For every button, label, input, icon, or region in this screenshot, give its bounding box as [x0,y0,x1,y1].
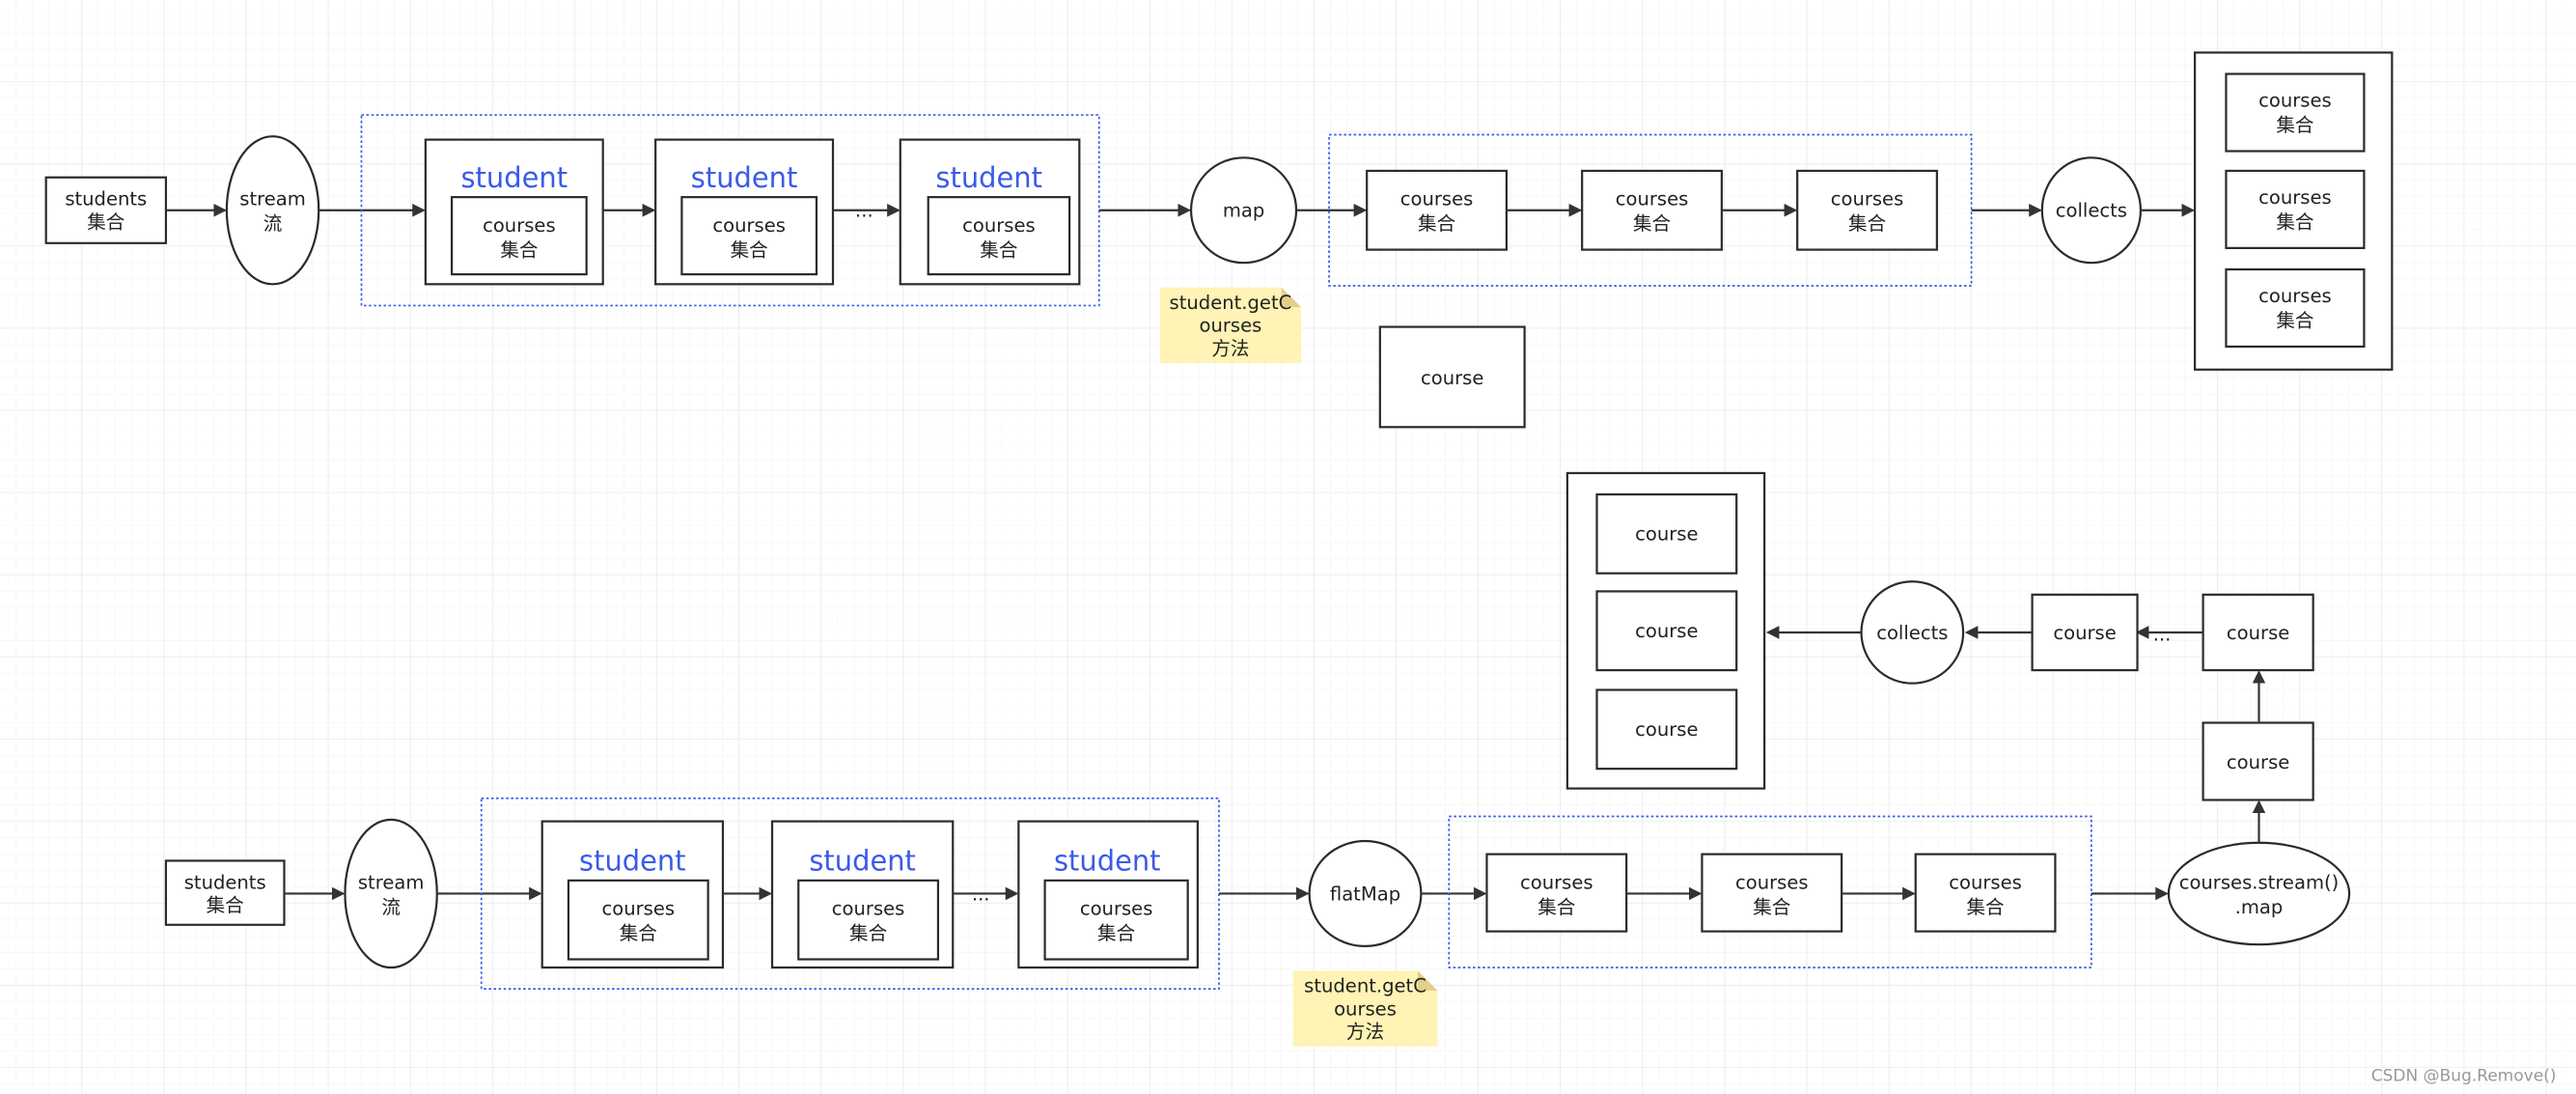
svg-text:courses: courses [1735,871,1809,893]
students-collection-node[interactable]: students集合 [44,176,168,244]
svg-text:流: 流 [263,212,283,235]
svg-text:集合: 集合 [87,210,125,233]
svg-text:student.getC: student.getC [1304,975,1426,997]
course-node[interactable]: course [2031,593,2139,672]
svg-text:方法: 方法 [1211,337,1249,359]
svg-text:stream: stream [239,188,306,210]
svg-text:map: map [1223,200,1264,222]
student-node[interactable]: student courses集合 [540,820,725,969]
svg-text:集合: 集合 [980,238,1017,261]
svg-text:collects: collects [2056,200,2127,222]
courses-stream-map-node[interactable]: courses.stream() .map [2167,841,2351,946]
svg-text:course: course [1635,523,1698,546]
svg-text:course: course [2227,751,2289,773]
stream-node[interactable]: stream 流 [344,818,438,969]
ellipsis-label: ... [2153,623,2172,645]
svg-text:集合: 集合 [2276,114,2313,136]
svg-text:courses: courses [602,898,676,920]
svg-text:courses: courses [1616,188,1689,210]
svg-text:集合: 集合 [500,238,538,261]
svg-text:stream: stream [358,871,425,893]
svg-text:courses: courses [1520,871,1593,893]
svg-text:courses: courses [1949,871,2022,893]
svg-text:集合: 集合 [620,922,657,944]
svg-text:courses: courses [2258,186,2332,209]
svg-text:集合: 集合 [1967,896,2005,918]
svg-text:集合: 集合 [1418,212,1455,235]
svg-text:courses: courses [1831,188,1904,210]
svg-text:course: course [2053,622,2116,644]
courses-node[interactable]: courses 集合 [1701,853,1843,933]
svg-text:student: student [461,161,568,194]
student-node[interactable]: student courses集合 [424,138,604,286]
svg-text:course: course [1635,620,1698,642]
students-collection-node[interactable]: students集合 [164,859,286,926]
svg-text:集合: 集合 [1097,922,1135,944]
svg-text:student: student [691,161,798,194]
svg-text:student: student [935,161,1042,194]
svg-text:方法: 方法 [1346,1021,1384,1043]
svg-text:courses.stream(): courses.stream() [2179,871,2340,893]
method-note[interactable]: student.getCourses方法 [1159,287,1302,363]
svg-text:collects: collects [1876,622,1948,644]
method-note[interactable]: student.getCourses方法 [1292,970,1438,1047]
stream-node[interactable]: stream流 [225,135,320,286]
courses-node[interactable]: courses集合 [1796,169,1938,251]
svg-text:courses: courses [483,214,556,237]
svg-text:集合: 集合 [1753,896,1790,918]
ellipsis-label: ... [855,200,873,222]
svg-text:ourses: ourses [1200,315,1262,337]
diagram-canvas: students集合 stream流 student courses集合 stu… [0,0,2576,1094]
courses-node[interactable]: courses 集合 [1914,853,2057,933]
svg-text:集合: 集合 [2276,310,2313,332]
svg-text:集合: 集合 [1537,896,1575,918]
svg-text:集合: 集合 [207,894,244,916]
collects-node[interactable]: collects [1860,580,1965,685]
flatmap-node[interactable]: flatMap [1308,839,1423,947]
svg-text:集合: 集合 [849,922,887,944]
svg-text:course: course [1635,718,1698,741]
result-list-container[interactable]: courses集合 courses集合 courses集合 [2193,51,2394,371]
svg-text:course: course [1421,367,1483,389]
svg-text:集合: 集合 [2276,210,2313,233]
map-node[interactable]: map [1189,156,1298,265]
svg-text:集合: 集合 [1848,212,1886,235]
collects-node[interactable]: collects [2040,156,2143,265]
student-node[interactable]: student courses集合 [654,138,835,286]
student-node[interactable]: student courses集合 [899,138,1081,286]
watermark: CSDN @Bug.Remove() [2371,1066,2557,1085]
svg-text:流: 流 [381,896,401,918]
courses-node[interactable]: courses集合 [1581,169,1723,251]
student-node[interactable]: student courses集合 [770,820,955,969]
course-node[interactable]: course [2202,593,2314,672]
course-node[interactable]: course [1378,325,1526,429]
svg-text:courses: courses [962,214,1036,237]
svg-text:course: course [2227,622,2289,644]
svg-text:集合: 集合 [731,238,768,261]
svg-text:courses: courses [1400,188,1474,210]
svg-text:student: student [1054,845,1161,878]
svg-text:courses: courses [712,214,786,237]
svg-text:courses: courses [2258,90,2332,112]
result-list-container[interactable]: course course course [1565,471,1766,790]
svg-text:student: student [579,845,686,878]
svg-text:student.getC: student.getC [1170,292,1292,314]
svg-text:courses: courses [1080,898,1153,920]
ellipsis-label: ... [972,883,990,905]
svg-text:student: student [809,845,916,878]
courses-node[interactable]: courses集合 [1366,169,1508,251]
svg-text:courses: courses [2258,285,2332,307]
svg-text:students: students [65,188,147,210]
svg-text:ourses: ourses [1334,997,1397,1020]
courses-node[interactable]: courses 集合 [1485,853,1628,933]
svg-text:flatMap: flatMap [1330,883,1400,905]
svg-text:students: students [184,871,266,893]
svg-text:集合: 集合 [1633,212,1671,235]
student-node[interactable]: student courses集合 [1017,820,1199,969]
svg-text:courses: courses [832,898,905,920]
svg-text:.map: .map [2235,896,2284,918]
course-node[interactable]: course [2202,721,2314,801]
